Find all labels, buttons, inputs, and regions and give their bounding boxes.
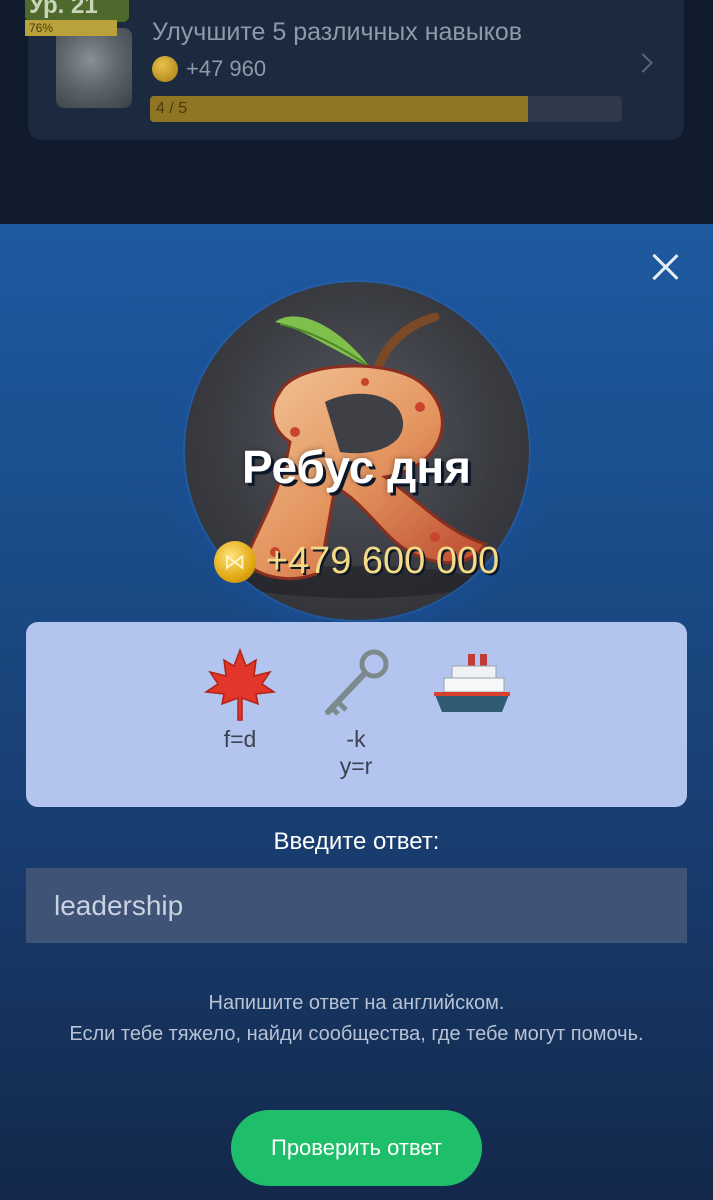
coin-icon [152,56,178,82]
task-reward-value: +47 960 [186,56,267,81]
rebus-item: f=d [200,642,280,753]
coin-icon [213,540,256,583]
rebus-panel: f=d -k y=r [26,622,687,807]
reward-row: +479 600 000 [0,540,713,583]
task-progress-fill: 4 / 5 [150,96,528,122]
rebus-hint: -k y=r [339,726,373,779]
modal-title: Ребус дня [242,441,471,493]
close-button[interactable] [648,250,682,284]
ship-icon [430,642,514,726]
maple-leaf-icon [200,642,280,726]
answer-label: Введите ответ: [273,828,440,855]
task-progress-bar: 4 / 5 [150,96,622,122]
task-reward: +47 960 [152,56,266,82]
level-badge: Ур. 21 [25,0,129,22]
background-app: Ур. 21 76% Улучшите 5 различных навыков … [0,0,713,230]
key-icon [316,642,396,726]
rebus-hint: f=d [223,726,257,752]
level-percent: 76% [25,20,117,36]
rebus-item [430,642,514,726]
rebus-item: -k y=r [316,642,396,780]
task-avatar [56,28,132,108]
task-title: Улучшите 5 различных навыков [152,18,523,46]
reward-amount: +479 600 000 [265,540,500,582]
help-text: Напишите ответ на английском. Если тебе … [69,992,644,1045]
check-answer-button[interactable]: Проверить ответ [231,1110,482,1186]
answer-input[interactable] [26,868,687,943]
